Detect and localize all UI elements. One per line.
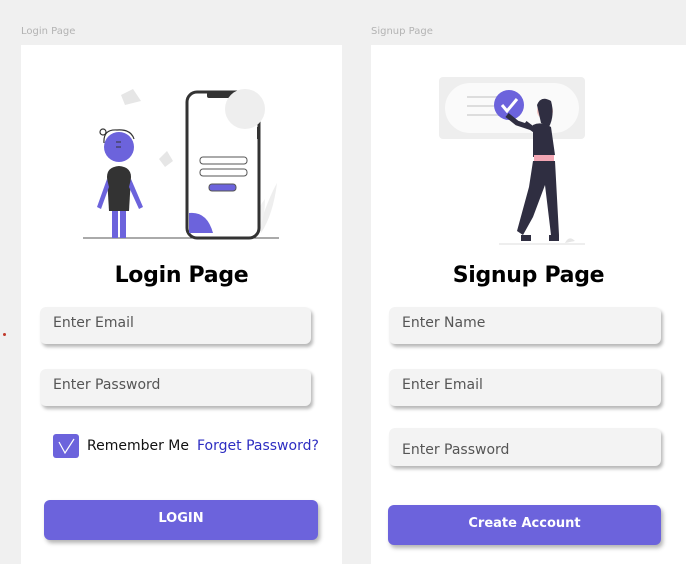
signup-email-input[interactable]: Enter Email <box>389 369 661 406</box>
remember-me-label: Remember Me <box>87 438 189 454</box>
login-password-input[interactable]: Enter Password <box>40 369 311 406</box>
phone-login-illustration-icon <box>83 89 279 240</box>
signup-password-input[interactable]: Enter Password <box>389 428 661 466</box>
canvas-marker-dot <box>3 333 6 336</box>
forgot-password-link[interactable]: Forget Password? <box>197 438 319 454</box>
login-email-input[interactable]: Enter Email <box>40 307 311 344</box>
checkmark-icon <box>58 438 75 455</box>
signup-name-input[interactable]: Enter Name <box>389 307 661 344</box>
woman-checkmark-illustration-icon <box>439 77 585 245</box>
create-account-button[interactable]: Create Account <box>388 505 661 545</box>
signup-frame-label: Signup Page <box>371 26 433 37</box>
login-button[interactable]: LOGIN <box>44 500 318 540</box>
signup-frame: Signup Page Enter Name Enter Email Enter… <box>371 45 686 564</box>
signup-page-title: Signup Page <box>452 263 605 288</box>
login-page-title: Login Page <box>114 263 249 288</box>
remember-me-checkbox[interactable] <box>53 434 79 458</box>
login-frame: Login Page Enter Email Enter Password Re… <box>21 45 342 564</box>
login-frame-label: Login Page <box>21 26 76 37</box>
